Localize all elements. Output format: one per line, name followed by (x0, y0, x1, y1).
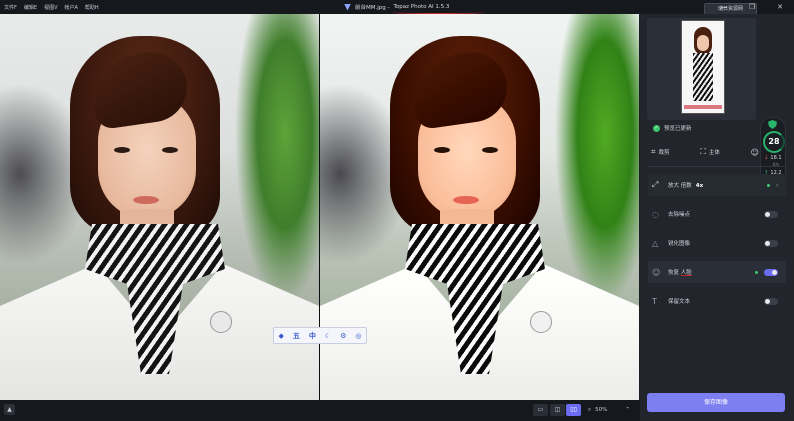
ime-logo-icon[interactable]: ◆ (278, 332, 283, 340)
menu-help[interactable]: 帮助H (85, 4, 99, 11)
portrait-photo-enhanced (320, 14, 639, 400)
denoise-icon: ◌ (652, 209, 659, 219)
window-controls: — ❐ ✕ (710, 0, 794, 14)
sharpen-row[interactable]: △ 锐化图像 (648, 232, 786, 254)
download-speed: 18.1 (770, 155, 782, 161)
recover-label: 恢复 (668, 270, 681, 276)
subject-icon: ⛶ (700, 147, 706, 156)
denoise-row[interactable]: ◌ 去除噪点 (648, 203, 786, 225)
denoise-label: 去除噪点 (668, 212, 691, 218)
face-recovery-row[interactable]: ☺ 恢复 人脸 (648, 261, 786, 283)
text-toggle[interactable] (764, 297, 778, 305)
single-view-button[interactable]: ▭ (533, 404, 548, 416)
ime-target-icon[interactable]: ◎ (355, 332, 361, 340)
sharpen-label: 锐化图像 (668, 241, 691, 247)
face-icon: ☺ (750, 147, 759, 157)
ime-five-button[interactable]: 五 (293, 331, 300, 341)
menu-bar: 文件F 编辑E 视图V 帐户A 帮助H (4, 0, 99, 14)
face-recovery-toggle[interactable] (764, 268, 778, 276)
sharpen-toggle[interactable] (764, 239, 778, 247)
split-view-button[interactable]: ◫ (550, 404, 565, 416)
preview-status: ✓ 预览已更新 (653, 124, 692, 132)
subject-label: 主体 (708, 150, 720, 156)
preview-status-text: 预览已更新 (664, 126, 692, 132)
score-ring: 28 (763, 131, 785, 153)
minimize-icon[interactable]: — (710, 3, 738, 11)
recover-label-face: 人脸 (680, 270, 692, 276)
ime-chinese-button[interactable]: 中 (309, 331, 316, 341)
save-image-button[interactable]: 保存图像 (647, 393, 785, 412)
title-app-name: Topaz Photo AI 1.5.3 (393, 4, 450, 10)
window-title: 前台MM.jpg - Topaz Photo AI 1.5.3 (344, 0, 484, 14)
text-preserve-row[interactable]: T 保留文本 (648, 290, 786, 312)
denoise-toggle[interactable] (764, 210, 778, 218)
floating-toolbar: ◆ 五 中 ☾ ⚙ ◎ (273, 327, 367, 344)
status-dot (755, 270, 758, 274)
tool-row: ⌗ 裁剪 ⛶ 主体 ☺ (651, 143, 759, 161)
text-icon: T (652, 296, 657, 306)
smile-icon: ☺ (652, 267, 661, 277)
menu-edit[interactable]: 编辑E (24, 4, 37, 11)
check-icon: ✓ (653, 124, 660, 132)
triangle-icon: △ (652, 238, 659, 248)
status-dot (767, 183, 770, 187)
portrait-photo (0, 14, 319, 400)
chevron-right-icon[interactable]: › (776, 182, 786, 189)
ime-settings-icon[interactable]: ⚙ (340, 332, 346, 340)
subject-button[interactable]: ⛶ 主体 (700, 147, 720, 157)
close-icon[interactable]: ✕ (766, 3, 794, 11)
original-image-pane[interactable] (0, 14, 319, 400)
navigator-thumbnail[interactable] (681, 20, 725, 114)
menu-view[interactable]: 视图V (44, 4, 57, 11)
chevron-up-icon[interactable]: ⌃ (625, 407, 630, 413)
crop-button[interactable]: ⌗ 裁剪 (651, 147, 670, 157)
upscale-factor: 4x (695, 183, 704, 189)
upscale-row[interactable]: ⤢ 放大 倍数 4x › (648, 174, 786, 196)
processed-image-pane[interactable] (320, 14, 639, 400)
zoom-control[interactable]: ⌕ 50% ⌃ (588, 404, 630, 416)
upscale-label: 放大 倍数 (668, 183, 692, 189)
face-button[interactable]: ☺ (751, 148, 759, 157)
ime-moon-icon[interactable]: ☾ (325, 332, 331, 340)
title-filename: 前台MM.jpg - (355, 5, 390, 11)
menu-account[interactable]: 帐户A (64, 4, 77, 11)
crop-icon: ⌗ (651, 147, 656, 156)
magnifier-icon: ⌕ (588, 406, 592, 413)
restore-icon[interactable]: ❐ (738, 3, 766, 11)
chevron-up-icon[interactable]: ▲ (4, 404, 15, 415)
expand-icon: ⤢ (652, 180, 659, 189)
zoom-level: 50% (595, 407, 608, 413)
text-label: 保留文本 (668, 299, 691, 305)
menu-file[interactable]: 文件F (4, 4, 17, 11)
side-by-side-view-button[interactable]: ▯▯ (566, 404, 581, 416)
divider (648, 166, 786, 167)
shield-icon (768, 120, 777, 129)
topaz-logo-icon (344, 3, 351, 11)
crop-label: 裁剪 (658, 150, 670, 156)
